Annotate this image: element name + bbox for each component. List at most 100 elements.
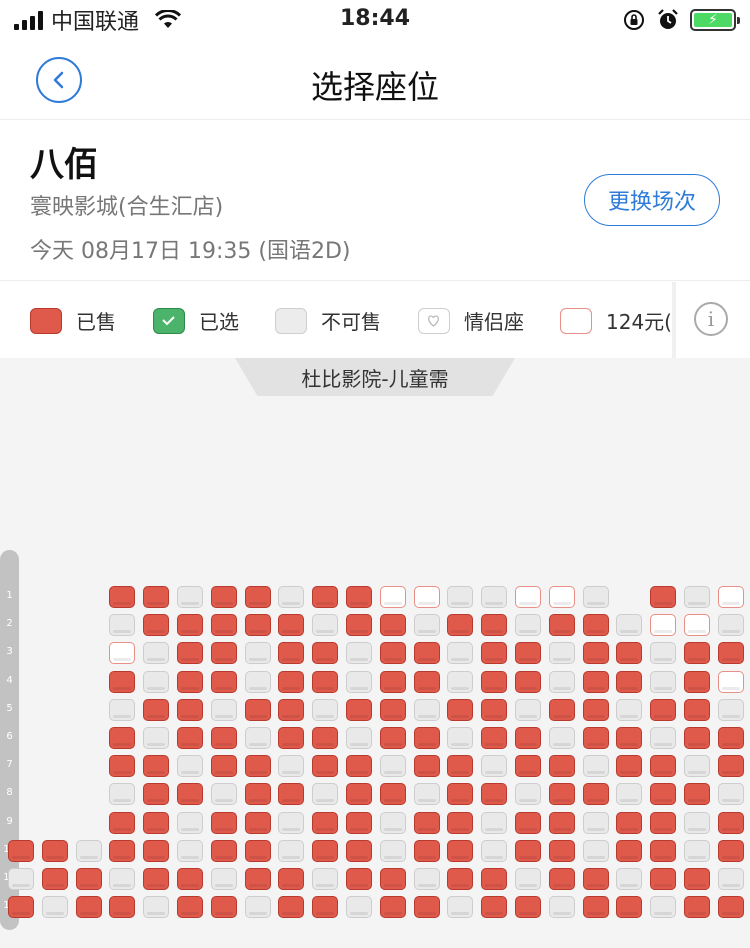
seat-available[interactable] bbox=[244, 727, 271, 749]
seat-available[interactable] bbox=[109, 783, 136, 806]
seat-available[interactable] bbox=[650, 896, 677, 919]
seat-available[interactable] bbox=[481, 811, 508, 834]
seat-available[interactable] bbox=[582, 755, 609, 778]
seat-available[interactable] bbox=[244, 670, 271, 693]
seat-couple[interactable] bbox=[650, 614, 677, 637]
seat-available[interactable] bbox=[312, 783, 339, 806]
seat-sold bbox=[379, 868, 406, 890]
seat-available[interactable] bbox=[616, 698, 643, 721]
seat-grid[interactable] bbox=[0, 358, 750, 948]
seat-available[interactable] bbox=[616, 868, 643, 890]
seat-available[interactable] bbox=[684, 811, 710, 834]
seat-available[interactable] bbox=[447, 896, 474, 919]
seat-available[interactable] bbox=[278, 755, 305, 778]
seat-couple[interactable] bbox=[413, 586, 440, 608]
info-icon[interactable]: i bbox=[694, 302, 728, 336]
seat-available[interactable] bbox=[346, 727, 372, 749]
seat-available[interactable] bbox=[481, 839, 508, 862]
seat-available[interactable] bbox=[616, 614, 643, 637]
seat-available[interactable] bbox=[143, 896, 170, 919]
seat-available[interactable] bbox=[278, 839, 305, 862]
seat-available[interactable] bbox=[447, 727, 474, 749]
seat-available[interactable] bbox=[379, 839, 406, 862]
seat-available[interactable] bbox=[717, 783, 744, 806]
seat-available[interactable] bbox=[515, 783, 541, 806]
seat-available[interactable] bbox=[515, 614, 541, 637]
seat-available[interactable] bbox=[312, 868, 339, 890]
seat-couple[interactable] bbox=[717, 586, 744, 608]
seat-available[interactable] bbox=[177, 811, 203, 834]
seat-available[interactable] bbox=[41, 896, 68, 919]
seat-available[interactable] bbox=[109, 698, 136, 721]
seat-available[interactable] bbox=[548, 670, 575, 693]
seat-available[interactable] bbox=[650, 670, 677, 693]
seat-available[interactable] bbox=[413, 783, 440, 806]
seat-couple[interactable] bbox=[548, 586, 575, 608]
seat-available[interactable] bbox=[177, 839, 203, 862]
seat-available[interactable] bbox=[447, 586, 474, 608]
seat-couple[interactable] bbox=[379, 586, 406, 608]
seat-available[interactable] bbox=[413, 868, 440, 890]
seat-available[interactable] bbox=[346, 896, 372, 919]
seat-available[interactable] bbox=[582, 839, 609, 862]
seat-available[interactable] bbox=[346, 642, 372, 665]
seat-available[interactable] bbox=[717, 868, 744, 890]
seat-available[interactable] bbox=[684, 586, 710, 608]
seat-couple[interactable] bbox=[717, 670, 744, 693]
seat-available[interactable] bbox=[109, 868, 136, 890]
seat-available[interactable] bbox=[210, 783, 237, 806]
seat-available[interactable] bbox=[8, 868, 34, 890]
seat-available[interactable] bbox=[379, 811, 406, 834]
seat-sold bbox=[346, 839, 372, 862]
legend-items[interactable]: 已售 已选 不可售 情侣座 124元(特 bbox=[0, 282, 672, 358]
seat-sold bbox=[177, 868, 203, 890]
seat-available[interactable] bbox=[684, 839, 710, 862]
seat-available[interactable] bbox=[548, 642, 575, 665]
seat-available[interactable] bbox=[244, 642, 271, 665]
seat-sold bbox=[515, 755, 541, 778]
seat-available[interactable] bbox=[143, 642, 170, 665]
seat-couple[interactable] bbox=[684, 614, 710, 637]
seat-available[interactable] bbox=[481, 755, 508, 778]
seat-available[interactable] bbox=[650, 727, 677, 749]
seat-couple[interactable] bbox=[515, 586, 541, 608]
seat-available[interactable] bbox=[548, 727, 575, 749]
seat-available[interactable] bbox=[413, 698, 440, 721]
seat-available[interactable] bbox=[244, 896, 271, 919]
seat-available[interactable] bbox=[548, 896, 575, 919]
battery-icon: ⚡ bbox=[690, 9, 740, 31]
seat-available[interactable] bbox=[582, 811, 609, 834]
seat-available[interactable] bbox=[177, 586, 203, 608]
seat-sold bbox=[616, 642, 643, 665]
seat-available[interactable] bbox=[717, 614, 744, 637]
seat-available[interactable] bbox=[447, 670, 474, 693]
seat-available[interactable] bbox=[278, 811, 305, 834]
seat-couple[interactable] bbox=[109, 642, 136, 665]
seat-available[interactable] bbox=[177, 755, 203, 778]
seat-available[interactable] bbox=[143, 727, 170, 749]
seat-available[interactable] bbox=[447, 642, 474, 665]
seat-available[interactable] bbox=[346, 670, 372, 693]
seat-available[interactable] bbox=[684, 755, 710, 778]
seat-available[interactable] bbox=[210, 868, 237, 890]
seat-available[interactable] bbox=[210, 698, 237, 721]
seat-available[interactable] bbox=[481, 586, 508, 608]
seat-available[interactable] bbox=[717, 698, 744, 721]
seat-available[interactable] bbox=[75, 839, 102, 862]
seat-available[interactable] bbox=[515, 698, 541, 721]
seat-available[interactable] bbox=[312, 698, 339, 721]
seat-available[interactable] bbox=[515, 868, 541, 890]
seat-available[interactable] bbox=[278, 586, 305, 608]
seat-map[interactable]: 杜比影院-儿童需 123456789101112 bbox=[0, 358, 750, 948]
seat-sold bbox=[346, 755, 372, 778]
seat-available[interactable] bbox=[616, 783, 643, 806]
seat-sold bbox=[143, 839, 170, 862]
seat-available[interactable] bbox=[650, 642, 677, 665]
seat-available[interactable] bbox=[413, 614, 440, 637]
seat-available[interactable] bbox=[312, 614, 339, 637]
seat-available[interactable] bbox=[143, 670, 170, 693]
change-session-button[interactable]: 更换场次 bbox=[584, 174, 720, 226]
seat-available[interactable] bbox=[379, 755, 406, 778]
seat-available[interactable] bbox=[582, 586, 609, 608]
seat-available[interactable] bbox=[109, 614, 136, 637]
